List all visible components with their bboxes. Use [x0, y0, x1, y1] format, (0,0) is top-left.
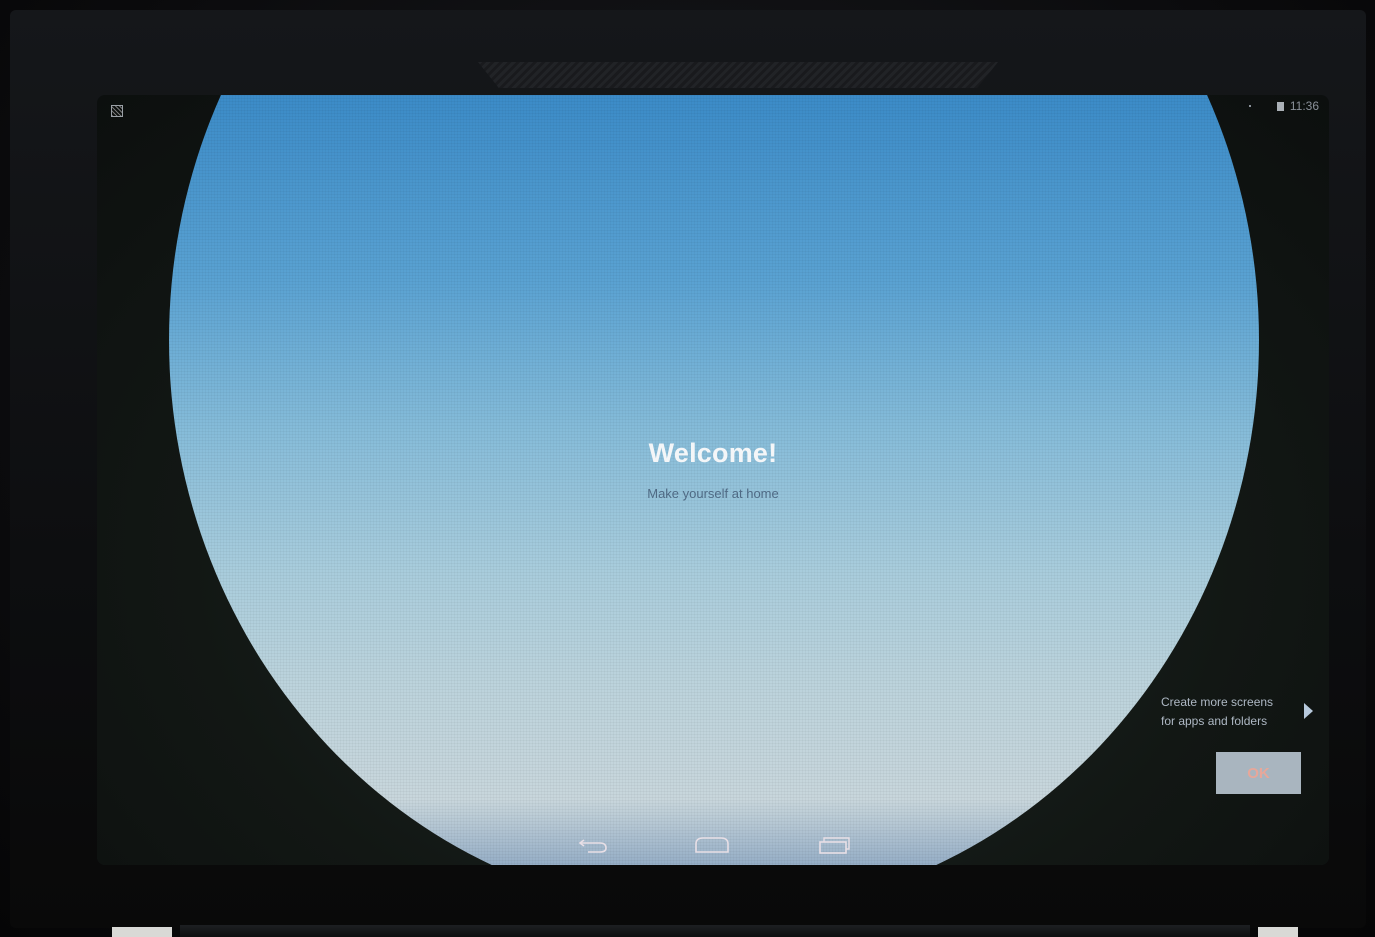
home-button[interactable] — [692, 833, 732, 857]
home-icon — [695, 837, 729, 853]
screenshot-notification-icon[interactable] — [111, 105, 123, 117]
hinge-right — [1258, 927, 1298, 937]
tablet-screen: Welcome! Make yourself at home 11:36 Cre… — [97, 95, 1329, 865]
cling-hint-text: Create more screens for apps and folders — [1161, 693, 1301, 731]
status-bar-right: 11:36 — [1248, 97, 1319, 115]
recent-apps-button[interactable] — [814, 833, 854, 857]
camera-bar — [478, 62, 998, 88]
welcome-title: Welcome! — [648, 438, 778, 468]
battery-icon — [1276, 101, 1284, 111]
cling-hint-line2: for apps and folders — [1161, 714, 1268, 728]
welcome-overlay — [169, 95, 1259, 865]
status-time: 11:36 — [1289, 99, 1319, 113]
back-button[interactable] — [573, 833, 613, 857]
back-arrow-icon — [578, 839, 607, 853]
welcome-subtitle: Make yourself at home — [647, 486, 779, 501]
navigation-bar — [97, 825, 1329, 865]
photo-frame: Welcome! Make yourself at home 11:36 Cre… — [0, 0, 1375, 937]
cling-arrow-icon — [1304, 703, 1313, 719]
recent-apps-icon — [819, 837, 850, 854]
signal-dot-icon — [1248, 105, 1251, 107]
cling-hint-line1: Create more screens — [1161, 695, 1274, 709]
laptop-hinge — [180, 925, 1250, 937]
ok-button[interactable]: OK — [1216, 752, 1301, 794]
hinge-left — [112, 927, 172, 937]
